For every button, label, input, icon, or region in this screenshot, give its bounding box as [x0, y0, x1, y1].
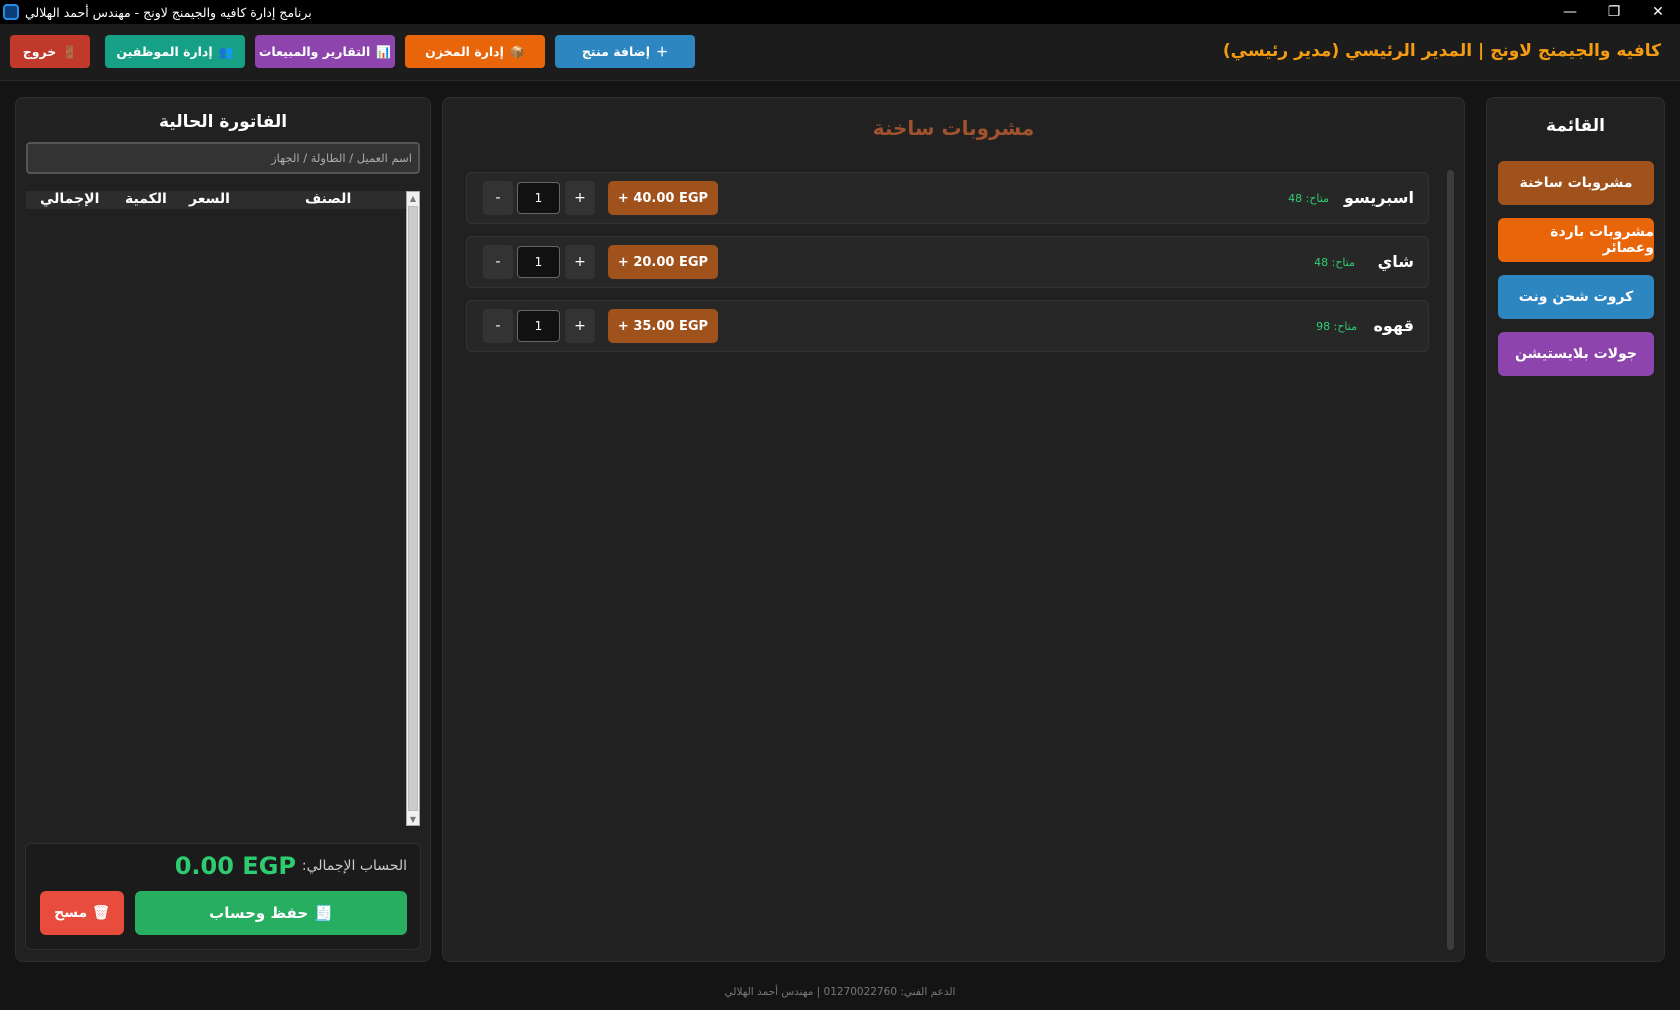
clear-button[interactable]: 🗑 مسح — [40, 891, 124, 935]
customer-input[interactable]: اسم العميل / الطاولة / الجهاز — [26, 142, 420, 174]
product-row: قهوه متاح: 98 + 35.00 EGP + 1 - — [466, 300, 1429, 352]
users-icon: 👥 — [218, 44, 234, 59]
box-icon: 📦 — [509, 44, 525, 59]
decrease-qty-button[interactable]: - — [483, 309, 513, 343]
product-stock: متاح: 98 — [1316, 320, 1357, 333]
reports-button[interactable]: 📊 التقارير والمبيعات — [255, 35, 395, 68]
invoice-table: الصنف السعر الكمية الإجمالي ▲ ▼ — [26, 191, 420, 826]
window-title: برنامج إدارة كافيه والجيمنج لاونج - مهند… — [25, 4, 312, 20]
product-row: اسبريسو متاح: 48 + 40.00 EGP + 1 - — [466, 172, 1429, 224]
product-name: اسبريسو — [1343, 188, 1414, 207]
plus-icon: ＋ — [656, 45, 669, 59]
increase-qty-button[interactable]: + — [565, 181, 595, 215]
close-icon[interactable]: ✕ — [1636, 0, 1680, 24]
quantity-field[interactable]: 1 — [517, 310, 560, 342]
products-panel: مشروبات ساخنة اسبريسو متاح: 48 + 40.00 E… — [442, 97, 1465, 962]
decrease-qty-button[interactable]: - — [483, 181, 513, 215]
menu-panel: القائمة مشروبات ساخنة مشروبات باردة وعصا… — [1486, 97, 1665, 962]
invoice-scrollbar[interactable]: ▲ ▼ — [406, 191, 420, 826]
total-value: 0.00 EGP — [174, 852, 296, 880]
app-icon — [3, 4, 19, 20]
receipt-icon: 🧾 — [314, 904, 333, 922]
header-title: كافيه والجيمنج لاونج | المدير الرئيسي (م… — [1222, 41, 1661, 61]
invoice-panel: الفاتورة الحالية اسم العميل / الطاولة / … — [15, 97, 431, 962]
column-qty: الكمية — [125, 191, 167, 207]
footer-support: الدعم الفني: 01270022760 | مهندس أحمد ال… — [724, 986, 956, 998]
add-to-invoice-button[interactable]: + 35.00 EGP — [608, 309, 718, 343]
scroll-up-icon[interactable]: ▲ — [407, 192, 419, 204]
product-name: قهوه — [1373, 316, 1414, 335]
window-title-bar: برنامج إدارة كافيه والجيمنج لاونج - مهند… — [0, 0, 1680, 24]
totals-box: الحساب الإجمالي: 0.00 EGP 🧾 حفظ وحساب 🗑 … — [25, 843, 421, 950]
scroll-down-icon[interactable]: ▼ — [407, 813, 419, 825]
section-title: مشروبات ساخنة — [872, 116, 1035, 140]
category-hot-drinks[interactable]: مشروبات ساخنة — [1498, 161, 1654, 205]
column-item: الصنف — [305, 191, 352, 207]
chart-icon: 📊 — [376, 44, 392, 59]
total-label: الحساب الإجمالي: — [301, 858, 407, 874]
scrollbar-thumb[interactable] — [408, 206, 418, 811]
column-price: السعر — [189, 191, 230, 207]
invoice-title: الفاتورة الحالية — [158, 112, 288, 132]
category-playstation[interactable]: جولات بلايستيشن — [1498, 332, 1654, 376]
minimize-icon[interactable]: — — [1548, 0, 1592, 24]
product-stock: متاح: 48 — [1288, 192, 1329, 205]
column-total: الإجمالي — [40, 191, 100, 207]
restore-icon[interactable]: ❐ — [1592, 0, 1636, 24]
category-charge-cards[interactable]: كروت شحن ونت — [1498, 275, 1654, 319]
logout-button[interactable]: 🚪 خروج — [10, 35, 90, 68]
product-stock: متاح: 48 — [1314, 256, 1355, 269]
product-row: شاي متاح: 48 + 20.00 EGP + 1 - — [466, 236, 1429, 288]
table-header: الصنف السعر الكمية الإجمالي — [26, 191, 406, 209]
add-to-invoice-button[interactable]: + 20.00 EGP — [608, 245, 718, 279]
increase-qty-button[interactable]: + — [565, 245, 595, 279]
employees-button[interactable]: 👥 إدارة الموظفين — [105, 35, 245, 68]
inventory-button[interactable]: 📦 إدارة المخزن — [405, 35, 545, 68]
add-product-button[interactable]: ＋ إضافة منتج — [555, 35, 695, 68]
increase-qty-button[interactable]: + — [565, 309, 595, 343]
decrease-qty-button[interactable]: - — [483, 245, 513, 279]
category-cold-drinks[interactable]: مشروبات باردة وعصائر — [1498, 218, 1654, 262]
menu-title: القائمة — [1546, 116, 1605, 136]
window-controls: — ❐ ✕ — [1548, 0, 1680, 24]
trash-icon: 🗑 — [92, 905, 110, 921]
quantity-field[interactable]: 1 — [517, 246, 560, 278]
products-scrollbar[interactable] — [1447, 170, 1454, 950]
add-to-invoice-button[interactable]: + 40.00 EGP — [608, 181, 718, 215]
quantity-field[interactable]: 1 — [517, 182, 560, 214]
door-icon: 🚪 — [62, 44, 78, 59]
save-and-checkout-button[interactable]: 🧾 حفظ وحساب — [135, 891, 407, 935]
product-name: شاي — [1377, 252, 1414, 271]
app-header: كافيه والجيمنج لاونج | المدير الرئيسي (م… — [0, 24, 1680, 81]
